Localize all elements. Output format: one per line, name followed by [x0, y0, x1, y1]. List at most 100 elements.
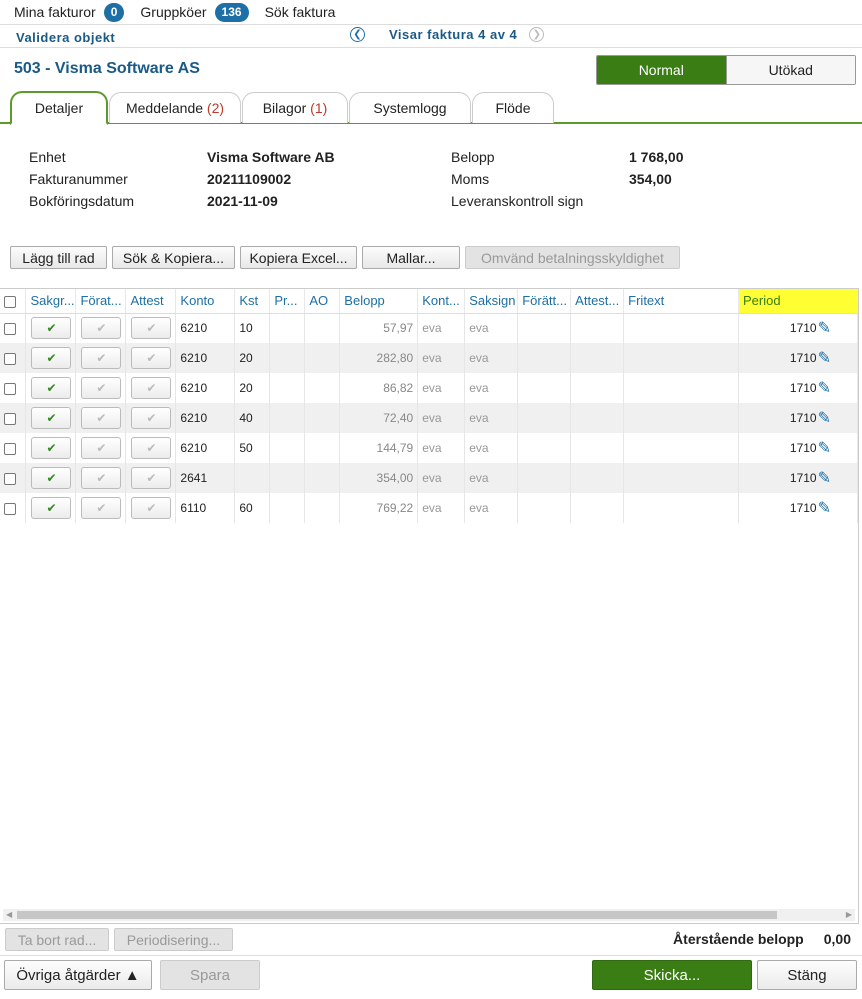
- period-cell[interactable]: 1710 ✎: [738, 493, 859, 523]
- attest-check-icon[interactable]: ✔: [131, 407, 172, 429]
- tab-systemlog[interactable]: Systemlogg: [349, 92, 471, 123]
- copy-excel-button[interactable]: Kopiera Excel...: [240, 246, 357, 269]
- saksign-cell[interactable]: eva: [464, 403, 519, 433]
- free-text-cell[interactable]: [623, 403, 739, 433]
- templates-button[interactable]: Mallar...: [362, 246, 460, 269]
- attest-sign-cell[interactable]: [570, 493, 625, 523]
- view-extended-button[interactable]: Utökad: [725, 56, 855, 84]
- approve-check-icon[interactable]: ✔: [31, 467, 72, 489]
- close-button[interactable]: Stäng: [757, 960, 857, 990]
- previous-invoice-icon[interactable]: ❮: [350, 27, 365, 42]
- attest-check-icon[interactable]: ✔: [131, 497, 172, 519]
- tab-details[interactable]: Detaljer: [10, 91, 108, 125]
- ao-cell[interactable]: [304, 463, 341, 493]
- search-copy-button[interactable]: Sök & Kopiera...: [112, 246, 235, 269]
- column-header[interactable]: Förat...: [75, 289, 127, 314]
- period-cell[interactable]: 1710 ✎: [738, 373, 859, 403]
- account-sign-cell[interactable]: eva: [417, 343, 466, 373]
- pre-approve-sign-cell[interactable]: [517, 403, 572, 433]
- edit-pencil-icon[interactable]: ✎: [818, 498, 831, 518]
- period-cell[interactable]: 1710 ✎: [738, 343, 859, 373]
- amount-cell[interactable]: 86,82: [339, 373, 419, 403]
- send-button[interactable]: Skicka...: [592, 960, 752, 990]
- table-row[interactable]: ✔ ✔ ✔ 2641 354,00 eva eva 1710 ✎: [0, 463, 859, 493]
- saksign-cell[interactable]: eva: [464, 493, 519, 523]
- attest-sign-cell[interactable]: [570, 343, 625, 373]
- row-checkbox[interactable]: [4, 472, 16, 485]
- project-cell[interactable]: [269, 313, 306, 343]
- reverse-charge-button[interactable]: Omvänd betalningsskyldighet: [465, 246, 680, 269]
- account-cell[interactable]: 6210: [175, 403, 236, 433]
- column-header[interactable]: Fritext: [623, 289, 739, 314]
- account-cell[interactable]: 6210: [175, 433, 236, 463]
- my-invoices-link[interactable]: Mina fakturor 0: [14, 2, 125, 22]
- tab-messages[interactable]: Meddelande (2): [109, 92, 241, 123]
- account-sign-cell[interactable]: eva: [417, 403, 466, 433]
- ao-cell[interactable]: [304, 433, 341, 463]
- pre-approve-check-icon[interactable]: ✔: [81, 377, 122, 399]
- pre-approve-check-icon[interactable]: ✔: [81, 347, 122, 369]
- attest-check-icon[interactable]: ✔: [131, 437, 172, 459]
- table-row[interactable]: ✔ ✔ ✔ 6210 40 72,40 eva eva 1710 ✎: [0, 403, 859, 433]
- account-cell[interactable]: 6110: [175, 493, 236, 523]
- edit-pencil-icon[interactable]: ✎: [818, 408, 831, 428]
- save-button[interactable]: Spara: [160, 960, 260, 990]
- table-row[interactable]: ✔ ✔ ✔ 6110 60 769,22 eva eva 1710 ✎: [0, 493, 859, 523]
- free-text-cell[interactable]: [623, 343, 739, 373]
- tab-attachments[interactable]: Bilagor (1): [242, 92, 348, 123]
- free-text-cell[interactable]: [623, 493, 739, 523]
- amount-cell[interactable]: 769,22: [339, 493, 419, 523]
- attest-sign-cell[interactable]: [570, 313, 625, 343]
- pre-approve-check-icon[interactable]: ✔: [81, 467, 122, 489]
- pre-approve-check-icon[interactable]: ✔: [81, 437, 122, 459]
- account-cell[interactable]: 6210: [175, 373, 236, 403]
- saksign-cell[interactable]: eva: [464, 463, 519, 493]
- saksign-cell[interactable]: eva: [464, 373, 519, 403]
- column-header[interactable]: Konto: [175, 289, 236, 314]
- group-queues-link[interactable]: Gruppköer 136: [140, 2, 249, 22]
- account-sign-cell[interactable]: eva: [417, 433, 466, 463]
- project-cell[interactable]: [269, 373, 306, 403]
- attest-sign-cell[interactable]: [570, 373, 625, 403]
- attest-sign-cell[interactable]: [570, 463, 625, 493]
- ao-cell[interactable]: [304, 493, 341, 523]
- next-invoice-icon[interactable]: ❯: [529, 27, 545, 42]
- ao-cell[interactable]: [304, 313, 341, 343]
- column-header[interactable]: Attest: [125, 289, 177, 314]
- accrual-button[interactable]: Periodisering...: [114, 928, 233, 951]
- other-actions-button[interactable]: Övriga åtgärder ▲: [4, 960, 152, 990]
- ao-cell[interactable]: [304, 403, 341, 433]
- cost-center-cell[interactable]: 20: [234, 373, 271, 403]
- row-checkbox[interactable]: [4, 382, 16, 395]
- attest-sign-cell[interactable]: [570, 433, 625, 463]
- cost-center-cell[interactable]: [234, 463, 271, 493]
- row-checkbox[interactable]: [4, 352, 16, 365]
- pre-approve-check-icon[interactable]: ✔: [81, 317, 122, 340]
- free-text-cell[interactable]: [623, 463, 739, 493]
- attest-check-icon[interactable]: ✔: [131, 317, 172, 340]
- row-checkbox[interactable]: [4, 502, 16, 515]
- pre-approve-sign-cell[interactable]: [517, 463, 572, 493]
- column-header[interactable]: Förätt...: [517, 289, 572, 314]
- ao-cell[interactable]: [304, 343, 341, 373]
- pre-approve-sign-cell[interactable]: [517, 313, 572, 343]
- pre-approve-check-icon[interactable]: ✔: [81, 407, 122, 429]
- approve-check-icon[interactable]: ✔: [31, 317, 72, 340]
- project-cell[interactable]: [269, 343, 306, 373]
- free-text-cell[interactable]: [623, 433, 739, 463]
- attest-check-icon[interactable]: ✔: [131, 467, 172, 489]
- table-row[interactable]: ✔ ✔ ✔ 6210 20 86,82 eva eva 1710 ✎: [0, 373, 859, 403]
- edit-pencil-icon[interactable]: ✎: [818, 348, 831, 368]
- account-sign-cell[interactable]: eva: [417, 373, 466, 403]
- amount-cell[interactable]: 57,97: [339, 313, 419, 343]
- column-header[interactable]: Kst: [234, 289, 271, 314]
- account-cell[interactable]: 6210: [175, 343, 236, 373]
- edit-pencil-icon[interactable]: ✎: [818, 438, 831, 458]
- select-all-checkbox[interactable]: [4, 295, 16, 308]
- project-cell[interactable]: [269, 493, 306, 523]
- approve-check-icon[interactable]: ✔: [31, 497, 72, 519]
- table-row[interactable]: ✔ ✔ ✔ 6210 50 144,79 eva eva 1710 ✎: [0, 433, 859, 463]
- account-sign-cell[interactable]: eva: [417, 493, 466, 523]
- free-text-cell[interactable]: [623, 313, 739, 343]
- attest-sign-cell[interactable]: [570, 403, 625, 433]
